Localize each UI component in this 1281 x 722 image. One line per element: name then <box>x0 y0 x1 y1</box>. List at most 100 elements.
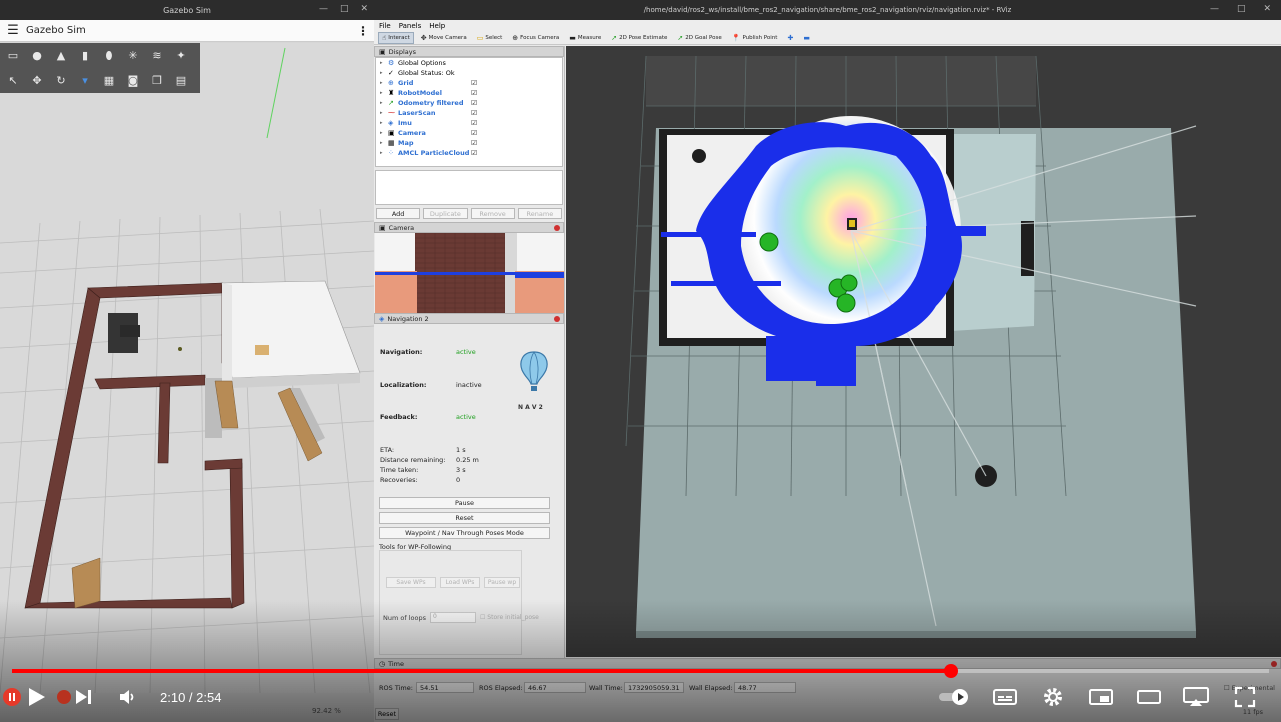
minimize-icon[interactable]: — <box>319 4 328 14</box>
close-panel-icon[interactable] <box>554 316 560 322</box>
select-mode-icon[interactable]: ↖ <box>4 72 22 90</box>
close-icon[interactable]: ✕ <box>360 4 368 14</box>
rviz-titlebar: /home/david/ros2_ws/install/bme_ros2_nav… <box>374 0 1281 20</box>
progress-scrubber[interactable] <box>943 664 958 678</box>
close-icon[interactable]: ✕ <box>1263 4 1271 14</box>
kebab-menu-icon[interactable]: ⋮ <box>352 24 374 38</box>
progress-bar[interactable] <box>12 664 1269 678</box>
display-checkbox[interactable]: ☑ <box>471 89 479 97</box>
display-global-options[interactable]: ▸ ⚙ Global Options <box>376 58 562 68</box>
expand-arrow-icon[interactable]: ▸ <box>380 150 388 156</box>
spot-light-icon[interactable]: ✦ <box>172 47 190 65</box>
tool-select[interactable]: ▭ Select <box>474 33 506 43</box>
expand-arrow-icon[interactable]: ▸ <box>380 110 388 116</box>
maximize-icon[interactable]: □ <box>1237 4 1246 14</box>
box-shape-icon[interactable]: ▭ <box>4 47 22 65</box>
play-button[interactable] <box>26 684 48 710</box>
snap-icon[interactable]: ▾ <box>76 72 94 90</box>
display-grid[interactable]: ▸ ⊕ Grid ☑ <box>376 78 562 88</box>
tool-move-camera[interactable]: ✥ Move Camera <box>418 33 470 43</box>
fullscreen-button[interactable] <box>1234 684 1256 710</box>
settings-button[interactable] <box>1042 684 1064 710</box>
waypoint-mode-button[interactable]: Waypoint / Nav Through Poses Mode <box>379 527 550 539</box>
pause-wp-button[interactable]: Pause wp <box>484 577 520 588</box>
translate-mode-icon[interactable]: ✥ <box>28 72 46 90</box>
tool-2d-pose-estimate[interactable]: ➚ 2D Pose Estimate <box>608 33 670 43</box>
tool-focus-camera[interactable]: ⊕ Focus Camera <box>509 33 562 43</box>
next-button[interactable] <box>74 684 94 710</box>
volume-button[interactable] <box>118 684 138 710</box>
display-map[interactable]: ▸ ▦ Map ☑ <box>376 138 562 148</box>
tool-interact[interactable]: ☝ Interact <box>378 31 414 44</box>
paste-icon[interactable]: ▤ <box>172 72 190 90</box>
tool-add[interactable]: ✚ <box>784 33 796 43</box>
display-imu[interactable]: ▸ ◈ Imu ☑ <box>376 118 562 128</box>
display-checkbox[interactable]: ☑ <box>471 129 479 137</box>
screenshot-icon[interactable]: ◙ <box>124 72 142 90</box>
loops-input[interactable]: 0 <box>430 612 476 623</box>
expand-arrow-icon[interactable]: ▸ <box>380 100 388 106</box>
load-wps-button[interactable]: Load WPs <box>440 577 480 588</box>
cylinder-shape-icon[interactable]: ▮ <box>76 47 94 65</box>
gazebo-3d-scene[interactable] <box>0 43 374 693</box>
close-panel-icon[interactable] <box>554 225 560 231</box>
expand-arrow-icon[interactable]: ▸ <box>380 130 388 136</box>
duplicate-button[interactable]: Duplicate <box>423 208 468 219</box>
expand-arrow-icon[interactable]: ▸ <box>380 70 388 76</box>
minimize-icon[interactable]: — <box>1210 4 1219 14</box>
display-robotmodel[interactable]: ▸ ♜ RobotModel ☑ <box>376 88 562 98</box>
expand-arrow-icon[interactable]: ▸ <box>380 140 388 146</box>
display-global-status[interactable]: ▸ ✓ Global Status: Ok <box>376 68 562 78</box>
copy-icon[interactable]: ❐ <box>148 72 166 90</box>
reset-button[interactable]: Reset <box>379 512 550 524</box>
theater-mode-button[interactable] <box>1136 684 1162 710</box>
capsule-shape-icon[interactable]: ⬮ <box>100 47 118 65</box>
expand-arrow-icon[interactable]: ▸ <box>380 60 388 66</box>
expand-arrow-icon[interactable]: ▸ <box>380 90 388 96</box>
rviz-3d-viewport[interactable] <box>566 46 1281 657</box>
menu-help[interactable]: Help <box>429 22 445 30</box>
close-panel-icon[interactable] <box>1271 661 1277 667</box>
rename-button[interactable]: Rename <box>517 208 562 219</box>
cone-shape-icon[interactable]: ▲ <box>52 47 70 65</box>
display-checkbox[interactable]: ☑ <box>471 79 479 87</box>
add-button[interactable]: Add <box>376 208 421 219</box>
time-reset-button[interactable]: Reset <box>375 708 399 720</box>
subtitles-button[interactable] <box>992 684 1018 710</box>
menu-file[interactable]: File <box>379 22 391 30</box>
point-light-icon[interactable]: ✳ <box>124 47 142 65</box>
display-amcl[interactable]: ▸ ⁘ AMCL ParticleCloud ☑ <box>376 148 562 158</box>
record-indicator[interactable] <box>55 684 73 710</box>
store-initial-pose-checkbox[interactable]: ☐ Store initial_pose <box>480 614 539 621</box>
display-camera[interactable]: ▸ ▣ Camera ☑ <box>376 128 562 138</box>
display-laserscan[interactable]: ▸ ⁓ LaserScan ☑ <box>376 108 562 118</box>
remove-button[interactable]: Remove <box>470 208 515 219</box>
expand-arrow-icon[interactable]: ▸ <box>380 80 388 86</box>
maximize-icon[interactable]: □ <box>340 4 349 14</box>
tool-measure[interactable]: ▬ Measure <box>566 33 604 43</box>
display-checkbox[interactable]: ☑ <box>471 149 479 157</box>
cast-button[interactable] <box>1182 684 1210 710</box>
display-checkbox[interactable]: ☑ <box>471 109 479 117</box>
displays-tree[interactable]: ▸ ⚙ Global Options ▸ ✓ Global Status: Ok ▸ ⊕ G… <box>375 57 563 167</box>
display-odometry[interactable]: ▸ ↗ Odometry filtered ☑ <box>376 98 562 108</box>
miniplayer-button[interactable] <box>1088 684 1114 710</box>
rotate-mode-icon[interactable]: ↻ <box>52 72 70 90</box>
menu-panels[interactable]: Panels <box>399 22 422 30</box>
autoplay-pause-indicator[interactable] <box>2 684 22 710</box>
directional-light-icon[interactable]: ≋ <box>148 47 166 65</box>
sphere-shape-icon[interactable]: ● <box>28 47 46 65</box>
grid-icon[interactable]: ▦ <box>100 72 118 90</box>
tool-publish-point[interactable]: 📍 Publish Point <box>729 33 781 43</box>
tool-2d-goal-pose[interactable]: ➚ 2D Goal Pose <box>674 33 724 43</box>
save-wps-button[interactable]: Save WPs <box>386 577 436 588</box>
displays-buttons: Add Duplicate Remove Rename <box>374 205 564 222</box>
display-checkbox[interactable]: ☑ <box>471 139 479 147</box>
display-checkbox[interactable]: ☑ <box>471 119 479 127</box>
pause-button[interactable]: Pause <box>379 497 550 509</box>
display-checkbox[interactable]: ☑ <box>471 99 479 107</box>
expand-arrow-icon[interactable]: ▸ <box>380 120 388 126</box>
hamburger-menu-icon[interactable]: ☰ <box>0 23 26 38</box>
tool-remove[interactable]: ▬ <box>800 33 813 43</box>
autoplay-toggle[interactable] <box>937 684 971 710</box>
